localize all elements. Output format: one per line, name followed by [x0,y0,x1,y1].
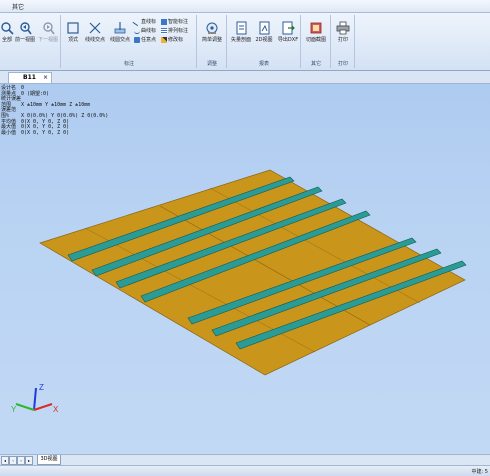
vector-section-button[interactable]: 矢量剖面 [229,21,253,43]
next-page-button[interactable]: › [17,456,25,465]
smart-annotate-icon [161,18,167,25]
any-point-button[interactable]: 任意点 [134,36,156,43]
next-view-button[interactable]: 下一视图 [37,21,59,43]
document-tab-bar: B11 × [0,71,490,84]
report-group-label: 报表 [258,61,269,67]
line-mark-button[interactable]: 直线标 [132,16,157,27]
array-annotate-button[interactable]: 排列标注 [161,27,188,34]
frame-icon [67,22,79,34]
line-circle-icon [114,22,126,34]
line-mark-label: 直线标 [141,19,157,25]
any-point-label: 任意点 [141,37,157,43]
section-screenshot-label: 切面截图 [305,37,326,43]
magnifier-back-icon [20,22,32,35]
array-annotate-label: 排列标注 [168,28,189,34]
ribbon-toolbar: 全部 前一视图 下一视图 顶式 线线交点 线圆交点 直线标 智能标注 曲线标 排… [0,13,490,71]
last-page-button[interactable]: ▸ [25,456,33,465]
status-bar: 中建: 5 [0,465,490,476]
line-intersection-label: 线线交点 [84,37,105,43]
tab-b11-label: B11 [23,74,36,81]
document-2d-icon [259,21,270,35]
3d-model-canvas: Z X Y [11,169,467,414]
top-view-button[interactable]: 顶式 [64,21,82,43]
modify-mark-label: 修改标 [168,37,184,43]
previous-view-button[interactable]: 前一视图 [14,21,36,43]
export-dxf-label: 导出DXF [277,37,299,43]
cross-lines-icon [89,22,101,34]
axis-gizmo: Z X Y [11,383,59,414]
modify-mark-button[interactable]: 修改标 [161,36,183,43]
pencil-icon [161,36,167,43]
print-label: 打印 [337,37,348,43]
ribbon-group-annotate: 顶式 线线交点 线圆交点 直线标 智能标注 曲线标 排列标注 任意点 修改标 标… [62,15,197,68]
view-2d-button[interactable]: 2D视图 [253,21,275,43]
ribbon-group-adjust: 简单调整 调整 [198,15,227,68]
previous-view-label: 前一视图 [14,37,35,43]
ribbon-group-print: 打印 打印 [332,15,355,68]
next-view-label: 下一视图 [37,37,58,43]
array-annotate-icon [161,27,167,34]
adjust-target-icon [206,22,218,34]
tab-3d-view[interactable]: 3D视图 [37,455,61,465]
ribbon-group-view: 全部 前一视图 下一视图 [0,15,61,68]
prev-page-button[interactable]: ‹ [9,456,17,465]
magnifier-icon [1,22,14,35]
other-group-label: 其它 [310,61,321,67]
z-axis-label: Z [39,383,44,392]
vector-section-label: 矢量剖面 [230,37,251,43]
smart-annotate-label: 智能标注 [168,19,189,25]
magnifier-forward-icon [43,22,55,35]
ribbon-group-report: 矢量剖面 2D视图 导出DXF 报表 [228,15,301,68]
tab-b11[interactable]: B11 × [8,72,52,83]
any-point-icon [134,36,140,43]
adjust-group-label: 调整 [206,61,217,67]
book-icon [310,22,322,34]
curve-mark-label: 曲线标 [141,28,157,34]
smart-annotate-button[interactable]: 智能标注 [161,18,188,25]
menu-bar: 其它 [0,0,490,13]
first-page-button[interactable]: ◂ [1,456,9,465]
zoom-all-button[interactable]: 全部 [0,21,14,43]
menu-item-other[interactable]: 其它 [12,2,24,11]
print-button[interactable]: 打印 [334,21,352,43]
export-dxf-button[interactable]: 导出DXF [276,21,300,43]
view-2d-label: 2D视图 [255,37,273,43]
line-circle-intersection-button[interactable]: 线圆交点 [108,21,132,43]
curve-mark-button[interactable]: 曲线标 [134,27,156,34]
simple-adjust-label: 简单调整 [201,37,222,43]
section-screenshot-button[interactable]: 切面截图 [304,21,328,43]
ribbon-group-other: 切面截图 其它 [302,15,331,68]
y-axis-label: Y [11,405,17,414]
top-view-label: 顶式 [67,37,78,43]
3d-viewport[interactable]: 设计名 0 测量点 0 (期望:0) 统计误差范围 X ±10mm Y ±10mm Z… [0,84,490,454]
export-icon [282,21,295,35]
status-text: 中建: 5 [471,469,488,475]
x-axis-label: X [53,405,59,414]
close-icon[interactable]: × [43,74,48,81]
view-tab-bar: ◂ ‹ › ▸ 3D视图 [0,454,490,465]
annotate-group-label: 标注 [123,61,134,67]
zoom-all-label: 全部 [1,37,12,43]
line-intersection-button[interactable]: 线线交点 [83,21,107,43]
print-group-label: 打印 [337,61,348,67]
printer-icon [336,21,350,35]
document-chart-icon [236,21,247,35]
x-axis-line [33,403,53,411]
z-axis-line [33,387,37,411]
y-axis-line [15,403,35,411]
curve-mark-icon [134,27,140,34]
line-circle-intersection-label: 线圆交点 [109,37,130,43]
simple-adjust-button[interactable]: 简单调整 [200,21,224,43]
